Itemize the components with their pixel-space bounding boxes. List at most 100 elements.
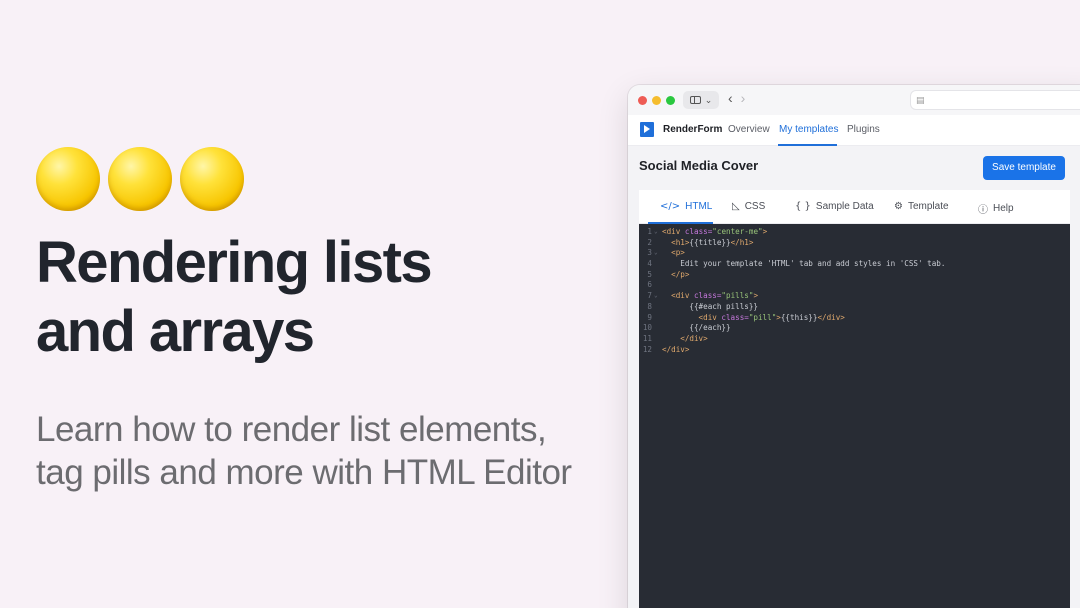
- line-number: 11: [642, 333, 652, 343]
- tab-label: Template: [907, 201, 949, 212]
- code-editor[interactable]: 1 ⌄ <div class="center-me"> 2 <h1>{{title}}<…: [639, 224, 1070, 608]
- address-bar[interactable]: ▤: [911, 91, 1080, 109]
- tab-html[interactable]: </> HTML: [660, 201, 712, 212]
- subheadline-line: tag pills and more with HTML Editor: [36, 453, 572, 492]
- code-token: {{title}}: [689, 237, 731, 247]
- nav-plugins[interactable]: Plugins: [847, 124, 880, 135]
- code-token: {{#each pills}}: [689, 301, 758, 311]
- code-icon: </>: [660, 201, 681, 212]
- code-line[interactable]: 9 <div class="pill">{{this}}</div>: [639, 313, 1070, 324]
- window-titlebar: ⌄ ‹ › ▤: [628, 85, 1080, 115]
- editor-card: </> HTML ◺ CSS { } Sample Data ⚙ Templat…: [639, 190, 1070, 608]
- headline-line: and arrays: [36, 299, 315, 364]
- code-line[interactable]: 7 ⌄ <div class="pills">: [639, 291, 1070, 302]
- tab-css[interactable]: ◺ CSS: [732, 201, 765, 212]
- tab-sample-data[interactable]: { } Sample Data: [795, 201, 874, 212]
- code-token: {{this}}: [780, 312, 818, 322]
- code-line[interactable]: 8 {{#each pills}}: [639, 302, 1070, 313]
- nav-my-templates[interactable]: My templates: [779, 124, 838, 135]
- fold-chevron-icon[interactable]: ⌄: [654, 227, 658, 238]
- line-number: 12: [642, 344, 652, 354]
- line-number: 3: [647, 248, 652, 258]
- chevron-down-icon: ⌄: [704, 94, 713, 105]
- code-line[interactable]: 2 <h1>{{title}}</h1>: [639, 238, 1070, 249]
- zoom-window-button[interactable]: [666, 96, 675, 105]
- code-text: Edit your template 'HTML' tab and add st…: [662, 259, 945, 270]
- fold-chevron-icon[interactable]: ⌄: [654, 248, 658, 259]
- code-token: <div: [662, 227, 685, 236]
- code-text: <p>: [662, 248, 685, 259]
- page-icon: ▤: [916, 95, 925, 105]
- headline-line: Rendering lists: [36, 230, 433, 295]
- tab-label: CSS: [744, 201, 766, 212]
- headline: Rendering lists and arrays: [36, 228, 596, 366]
- code-line[interactable]: 1 ⌄ <div class="center-me">: [639, 227, 1070, 238]
- line-number: 9: [647, 312, 652, 322]
- line-number: 2: [647, 237, 652, 247]
- code-line[interactable]: 6: [639, 280, 1070, 291]
- line-number: 1: [647, 227, 652, 236]
- braces-icon: { }: [795, 201, 811, 212]
- code-line[interactable]: 5 </p>: [639, 270, 1070, 281]
- code-token: class=: [721, 312, 749, 322]
- renderform-logo-icon[interactable]: [640, 122, 654, 137]
- code-text: {{/each}}: [662, 323, 730, 334]
- ruler-icon: ◺: [732, 201, 740, 212]
- back-icon[interactable]: ‹: [728, 90, 733, 106]
- minimize-window-button[interactable]: [652, 96, 661, 105]
- tab-template[interactable]: ⚙ Template: [894, 201, 949, 212]
- code-token: class=: [693, 291, 722, 301]
- subheadline: Learn how to render list elements, tag p…: [36, 408, 616, 494]
- info-icon: ⓘ: [978, 205, 988, 216]
- sidebar-toggle-button[interactable]: ⌄: [683, 91, 719, 109]
- code-line[interactable]: 11 </div>: [639, 334, 1070, 345]
- page-title: Social Media Cover: [639, 158, 759, 173]
- code-token: <div: [698, 312, 722, 322]
- forward-icon[interactable]: ›: [741, 90, 746, 106]
- code-text: <div class="pill">{{this}}</div>: [662, 313, 845, 324]
- code-token: class=: [684, 227, 713, 236]
- line-number: 5: [647, 269, 652, 279]
- code-line[interactable]: 12 </div>: [639, 345, 1070, 356]
- code-token: </div>: [680, 333, 708, 343]
- code-token: <p>: [671, 248, 685, 258]
- tab-label: Sample Data: [815, 201, 874, 212]
- gear-icon: ⚙: [894, 201, 903, 212]
- sidebar-icon: [689, 96, 701, 104]
- code-text: <h1>{{title}}</h1>: [662, 238, 753, 249]
- code-token: </p>: [671, 269, 690, 279]
- browser-window: ⌄ ‹ › ▤ RenderForm Overview My templates…: [628, 85, 1080, 608]
- emoji-row: [36, 147, 244, 211]
- code-token: >: [762, 227, 768, 236]
- code-token: "pills": [721, 291, 754, 301]
- subheadline-line: Learn how to render list elements,: [36, 410, 547, 449]
- tab-label: Help: [993, 203, 1014, 214]
- code-token: <div: [671, 291, 694, 301]
- code-token: "center-me": [712, 227, 763, 236]
- code-text: </div>: [662, 345, 689, 356]
- code-token: </h1>: [730, 237, 754, 247]
- close-window-button[interactable]: [638, 96, 647, 105]
- app-header: RenderForm Overview My templates Plugins: [628, 115, 1080, 146]
- code-text: <div class="pills">: [662, 291, 758, 302]
- line-number: 10: [642, 323, 652, 333]
- code-token: <h1>: [671, 237, 690, 247]
- editor-tabs: </> HTML ◺ CSS { } Sample Data ⚙ Templat…: [639, 190, 1070, 224]
- code-line[interactable]: 4 Edit your template 'HTML' tab and add s…: [639, 259, 1070, 270]
- code-token: </div>: [817, 312, 845, 322]
- traffic-lights: [638, 96, 675, 105]
- code-text: {{#each pills}}: [662, 302, 758, 313]
- yellow-face-emoji-icon: [180, 147, 244, 211]
- code-line[interactable]: 3 ⌄ <p>: [639, 248, 1070, 259]
- code-line[interactable]: 10 {{/each}}: [639, 323, 1070, 334]
- code-token: </div>: [662, 344, 690, 354]
- tab-help[interactable]: ⓘ Help: [978, 201, 1014, 216]
- code-text: </p>: [662, 270, 689, 281]
- brand-name[interactable]: RenderForm: [663, 124, 722, 135]
- code-text: <div class="center-me">: [662, 227, 767, 238]
- save-template-button[interactable]: Save template: [983, 156, 1065, 180]
- yellow-face-emoji-icon: [108, 147, 172, 211]
- main-content: Social Media Cover Save template </> HTM…: [628, 146, 1080, 608]
- fold-chevron-icon[interactable]: ⌄: [654, 291, 658, 302]
- nav-overview[interactable]: Overview: [728, 124, 770, 135]
